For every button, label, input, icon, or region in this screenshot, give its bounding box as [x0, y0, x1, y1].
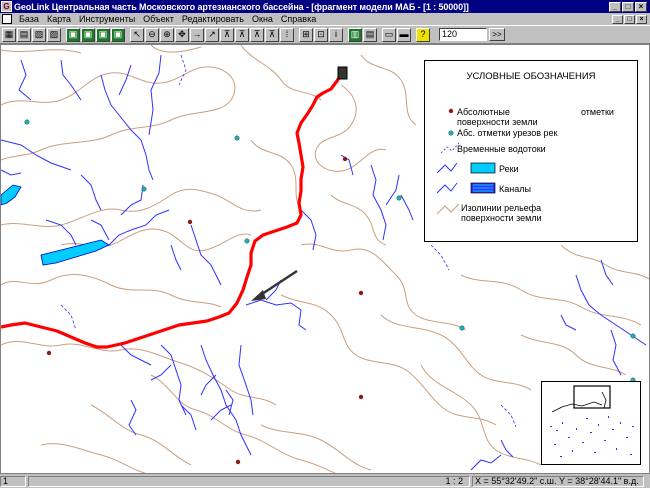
water-bodies [1, 184, 110, 266]
profile-icon[interactable]: ⊼ [265, 27, 279, 42]
scale-apply-button[interactable]: >> [489, 28, 505, 41]
legend-iso-label-1: Изолинии рельефа [461, 203, 542, 213]
close-button[interactable]: × [635, 1, 647, 12]
legend-abs-label-1: Абсолютные [457, 107, 510, 117]
status-bar: 1 1 : 2 X = 55°32'49.2" с.ш. Y = 38°28'4… [0, 475, 650, 488]
doc-minimize-button[interactable]: _ [612, 14, 623, 24]
map-green-4-icon[interactable]: ▣ [111, 27, 125, 42]
menu-karta[interactable]: Карта [43, 14, 75, 24]
layer-props-icon[interactable]: ▨ [47, 27, 61, 42]
route-start-marker[interactable] [337, 66, 348, 80]
menu-obekt[interactable]: Объект [139, 14, 178, 24]
grid-icon[interactable]: ⁞ [280, 27, 294, 42]
pointer-icon[interactable]: ↖ [130, 27, 144, 42]
route-line[interactable] [1, 70, 345, 349]
query-icon[interactable]: ⊞ [299, 27, 313, 42]
legend-canals-label: Каналы [499, 184, 531, 194]
status-scale: 1 : 2 [28, 476, 470, 487]
help-icon[interactable]: ? [416, 27, 430, 42]
zoom-out-icon[interactable]: ⊖ [145, 27, 159, 42]
export-icon[interactable]: ▬ [397, 27, 411, 42]
print-icon[interactable]: ▭ [382, 27, 396, 42]
minimize-button[interactable]: _ [609, 1, 621, 12]
status-coordinates: X = 55°32'49.2" с.ш. Y = 38°28'44.1" в.д… [472, 476, 644, 487]
maximize-button[interactable]: □ [622, 1, 634, 12]
report-icon[interactable]: ▤ [363, 27, 377, 42]
app-icon[interactable]: G [1, 1, 12, 12]
zoom-in-icon[interactable]: ⊕ [160, 27, 174, 42]
measure-angle-icon[interactable]: ⊼ [250, 27, 264, 42]
map-green-2-icon[interactable]: ▣ [81, 27, 95, 42]
overview-map[interactable] [541, 381, 641, 465]
chart-icon[interactable]: ▥ [348, 27, 362, 42]
title-bar: G GeoLink Центральная часть Московского … [0, 0, 650, 13]
legend-cuts-label: Абс. отметки урезов рек [457, 128, 558, 138]
legend-rivers-label: Реки [499, 164, 519, 174]
map-canvas[interactable]: УСЛОВНЫЕ ОБОЗНАЧЕНИЯ Абсолютные отметки … [0, 44, 650, 474]
info-icon[interactable]: i [329, 27, 343, 42]
layer-edit-icon[interactable]: ▧ [32, 27, 46, 42]
move-icon[interactable]: → [190, 27, 204, 42]
doc-close-button[interactable]: × [636, 14, 647, 24]
pointer-arrow [251, 269, 298, 301]
scale-input[interactable]: 120 [439, 28, 487, 41]
pan-icon[interactable]: ✥ [175, 27, 189, 42]
legend-panel: УСЛОВНЫЕ ОБОЗНАЧЕНИЯ Абсолютные отметки … [424, 60, 638, 242]
menu-okna[interactable]: Окна [248, 14, 277, 24]
menu-bar: База Карта Инструменты Объект Редактиров… [0, 13, 650, 25]
overview-svg [550, 385, 634, 457]
legend-abs-label-2: поверхности земли [457, 117, 538, 127]
menu-spravka[interactable]: Справка [277, 14, 320, 24]
measure-area-icon[interactable]: ⊼ [235, 27, 249, 42]
window-title: GeoLink Центральная часть Московского ар… [14, 1, 469, 12]
select-arrow-icon[interactable]: ↗ [205, 27, 219, 42]
legend-abs-label-1b: отметки [581, 107, 614, 117]
document-icon[interactable] [2, 14, 12, 24]
table-icon[interactable]: ⊡ [314, 27, 328, 42]
layers-icon[interactable]: ▤ [17, 27, 31, 42]
menu-baza[interactable]: База [15, 14, 43, 24]
menu-instrumenty[interactable]: Инструменты [75, 14, 139, 24]
measure-icon[interactable]: ⊼ [220, 27, 234, 42]
open-map-icon[interactable]: ▦ [2, 27, 16, 42]
map-green-3-icon[interactable]: ▣ [96, 27, 110, 42]
legend-temp-label: Временные водотоки [457, 144, 546, 154]
legend-iso-label-2: поверхности земли [461, 213, 542, 223]
toolbar: ▦ ▤ ▧ ▨ ▣ ▣ ▣ ▣ ↖ ⊖ ⊕ ✥ → ↗ ⊼ ⊼ ⊼ ⊼ ⁞ ⊞ … [0, 25, 650, 44]
menu-redaktirovat[interactable]: Редактировать [178, 14, 248, 24]
doc-restore-button[interactable]: □ [624, 14, 635, 24]
map-green-1-icon[interactable]: ▣ [66, 27, 80, 42]
status-cell-1: 1 [0, 476, 26, 487]
